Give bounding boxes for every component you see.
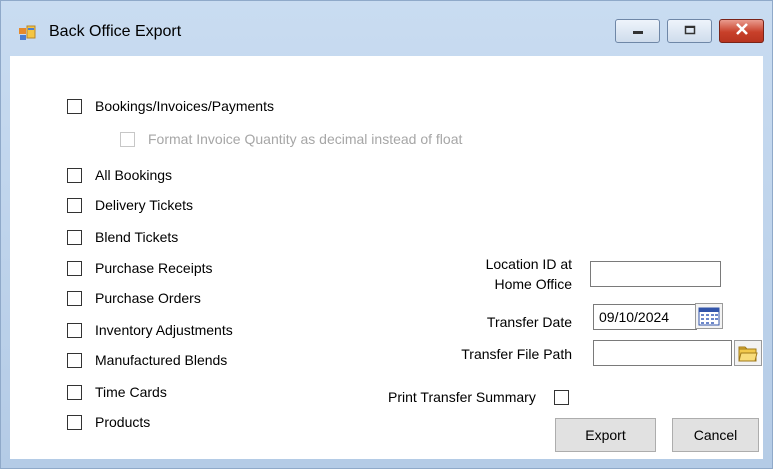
export-button[interactable]: Export: [555, 418, 656, 452]
purchase-receipts-checkbox[interactable]: [67, 260, 82, 276]
calendar-icon: [698, 306, 720, 331]
delivery-tickets-checkbox[interactable]: [67, 197, 82, 213]
window-title: Back Office Export: [49, 23, 182, 40]
close-button[interactable]: [719, 19, 764, 43]
date-picker-button[interactable]: [695, 303, 723, 329]
location-id-label-line1: Location ID at: [485, 256, 572, 272]
close-icon: [735, 22, 749, 40]
folder-browse-icon: [738, 344, 758, 367]
blend-tickets-label: Blend Tickets: [95, 229, 179, 245]
delivery-tickets-label: Delivery Tickets: [95, 197, 194, 213]
delivery-tickets-option[interactable]: Delivery Tickets: [67, 195, 193, 215]
products-checkbox[interactable]: [67, 414, 82, 430]
dialog-body: Bookings/Invoices/Payments Format Invoic…: [10, 56, 763, 459]
maximize-icon: [684, 22, 696, 40]
bookings-option[interactable]: Bookings/Invoices/Payments: [67, 96, 274, 116]
location-id-label-line2: Home Office: [494, 276, 572, 292]
time-cards-checkbox[interactable]: [67, 384, 82, 400]
browse-folder-button[interactable]: [734, 340, 762, 366]
location-id-label: Location ID at Home Office: [440, 254, 572, 294]
all-bookings-checkbox[interactable]: [67, 167, 82, 183]
blend-tickets-option[interactable]: Blend Tickets: [67, 227, 178, 247]
print-summary-label: Print Transfer Summary: [388, 389, 536, 405]
maximize-button[interactable]: [667, 19, 712, 43]
products-label: Products: [95, 414, 151, 430]
manufactured-blends-label: Manufactured Blends: [95, 352, 228, 368]
cancel-button[interactable]: Cancel: [672, 418, 759, 452]
blend-tickets-checkbox[interactable]: [67, 229, 82, 245]
all-bookings-option[interactable]: All Bookings: [67, 165, 172, 185]
minimize-icon: [632, 22, 644, 40]
minimize-button[interactable]: [615, 19, 660, 43]
format-invoice-label: Format Invoice Quantity as decimal inste…: [148, 131, 463, 147]
print-summary-option[interactable]: Print Transfer Summary: [388, 387, 569, 407]
transfer-file-path-label: Transfer File Path: [461, 346, 572, 362]
purchase-orders-checkbox[interactable]: [67, 290, 82, 306]
transfer-date-label: Transfer Date: [486, 314, 572, 330]
print-summary-checkbox[interactable]: [553, 389, 569, 405]
bookings-checkbox[interactable]: [67, 98, 82, 114]
location-id-input[interactable]: [590, 261, 721, 287]
purchase-orders-option[interactable]: Purchase Orders: [67, 288, 201, 308]
title-bar[interactable]: Back Office Export: [1, 1, 772, 55]
manufactured-blends-checkbox[interactable]: [67, 352, 82, 368]
format-invoice-option: Format Invoice Quantity as decimal inste…: [120, 129, 462, 149]
app-window-icon: [18, 24, 36, 42]
transfer-file-path-input[interactable]: [593, 340, 732, 366]
time-cards-label: Time Cards: [95, 384, 167, 400]
all-bookings-label: All Bookings: [95, 167, 173, 183]
manufactured-blends-option[interactable]: Manufactured Blends: [67, 350, 227, 370]
inventory-adjustments-checkbox[interactable]: [67, 322, 82, 338]
bookings-label: Bookings/Invoices/Payments: [95, 98, 274, 114]
products-option[interactable]: Products: [67, 412, 150, 432]
back-office-export-window: Back Office Export Bookings/Invoices/Pay…: [0, 0, 773, 469]
format-invoice-checkbox: [120, 131, 135, 147]
transfer-date-input[interactable]: [593, 304, 697, 330]
purchase-orders-label: Purchase Orders: [95, 290, 201, 306]
purchase-receipts-label: Purchase Receipts: [95, 260, 213, 276]
inventory-adjustments-option[interactable]: Inventory Adjustments: [67, 320, 233, 340]
time-cards-option[interactable]: Time Cards: [67, 382, 167, 402]
inventory-adjustments-label: Inventory Adjustments: [95, 322, 233, 338]
purchase-receipts-option[interactable]: Purchase Receipts: [67, 258, 213, 278]
